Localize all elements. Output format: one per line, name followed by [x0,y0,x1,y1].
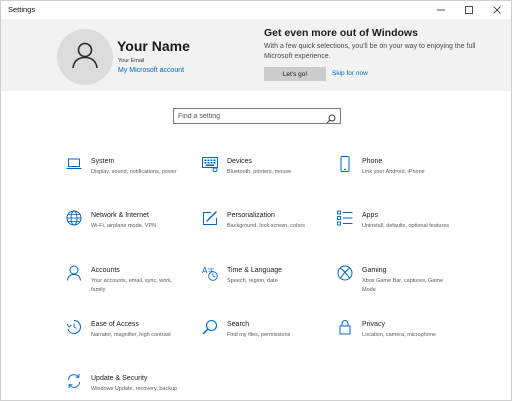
close-button[interactable] [483,1,511,19]
avatar[interactable] [57,29,113,85]
xbox-icon [337,265,353,281]
setting-search[interactable]: Search Find my files, permissions [202,319,332,365]
paintbrush-icon [202,210,218,226]
setting-description: Display, sound, notifications, power [91,169,177,175]
setting-privacy[interactable]: Privacy Location, camera, microphone [337,319,467,365]
setting-personalization[interactable]: Personalization Background, lock screen,… [202,210,332,256]
sync-arrows-icon [66,373,82,389]
setting-name: Update & Security [91,375,148,382]
setting-name: Personalization [227,212,275,219]
setting-description: Bluetooth, printers, mouse [227,169,292,175]
setting-gaming[interactable]: Gaming Xbox Game Bar, captures, Game Mod… [337,265,467,311]
setting-name: Privacy [362,321,385,328]
setting-description: Narrator, magnifier, high contrast [91,332,171,338]
user-icon [70,40,100,75]
minimize-icon [437,6,445,14]
close-icon [493,6,501,14]
setting-description: Xbox Game Bar, captures, Game Mode [362,278,444,293]
setting-name: Gaming [362,267,387,274]
user-name: Your Name [117,38,190,54]
setting-description: Wi-Fi, airplane mode, VPN [91,223,157,229]
search-icon [202,319,218,335]
person-icon [66,265,82,281]
setting-devices[interactable]: Devices Bluetooth, printers, mouse [202,156,332,202]
ease-of-access-icon [66,319,82,335]
setting-description: Uninstall, defaults, optional features [362,223,450,229]
search-icon[interactable] [326,111,336,129]
search-input[interactable] [178,110,318,122]
setting-apps[interactable]: Apps Uninstall, defaults, optional featu… [337,210,467,256]
lock-icon [337,319,353,335]
title-bar[interactable]: Settings [1,1,511,19]
keyboard-icon [202,156,218,172]
lets-go-button[interactable]: Let's go! [264,67,326,81]
setting-system[interactable]: System Display, sound, notifications, po… [66,156,196,202]
setting-description: Location, camera, microphone [362,332,436,338]
setting-time-language[interactable]: A 字 Time & Language Speech, region, date [202,265,332,311]
setting-network-internet[interactable]: Network & Internet Wi-Fi, airplane mode,… [66,210,196,256]
setting-update-security[interactable]: Update & Security Windows Update, recove… [66,373,196,400]
setting-description: Find my files, permissions [227,332,291,338]
setting-name: Network & Internet [91,212,149,219]
maximize-button[interactable] [455,1,483,19]
setting-description: Background, lock screen, colors [227,223,305,229]
setting-name: Time & Language [227,267,282,274]
setting-name: Phone [362,158,383,165]
setting-description: Your accounts, email, sync, work, family [91,278,173,293]
setting-name: Devices [227,158,252,165]
microsoft-account-link[interactable]: My Microsoft account [118,67,184,74]
setting-phone[interactable]: Phone Link your Android, iPhone [337,156,467,202]
phone-icon [337,156,353,172]
apps-list-icon [337,210,353,226]
minimize-button[interactable] [427,1,455,19]
setting-name: Accounts [91,267,120,274]
setting-name: Ease of Access [91,321,139,328]
setting-name: System [91,158,115,165]
time-language-icon: A 字 [202,265,218,281]
user-email: Your Email [118,58,145,64]
skip-for-now-link[interactable]: Skip for now [332,70,368,77]
setting-ease-of-access[interactable]: Ease of Access Narrator, magnifier, high… [66,319,196,365]
window-title: Settings [8,5,36,14]
setting-description: Speech, region, date [227,278,278,284]
globe-icon [66,210,82,226]
setting-accounts[interactable]: Accounts Your accounts, email, sync, wor… [66,265,196,311]
setting-name: Search [227,321,250,328]
settings-window: Settings Your Name Your Email My Microso… [0,0,512,401]
setting-name: Apps [362,212,378,219]
promo-title: Get even more out of Windows [264,27,418,39]
setting-description: Link your Android, iPhone [362,169,425,175]
maximize-icon [465,6,473,14]
setting-description: Windows Update, recovery, backup [91,386,178,392]
search-box[interactable] [173,108,341,124]
laptop-icon [66,156,82,172]
promo-text: With a few quick selections, you'll be o… [264,43,476,60]
